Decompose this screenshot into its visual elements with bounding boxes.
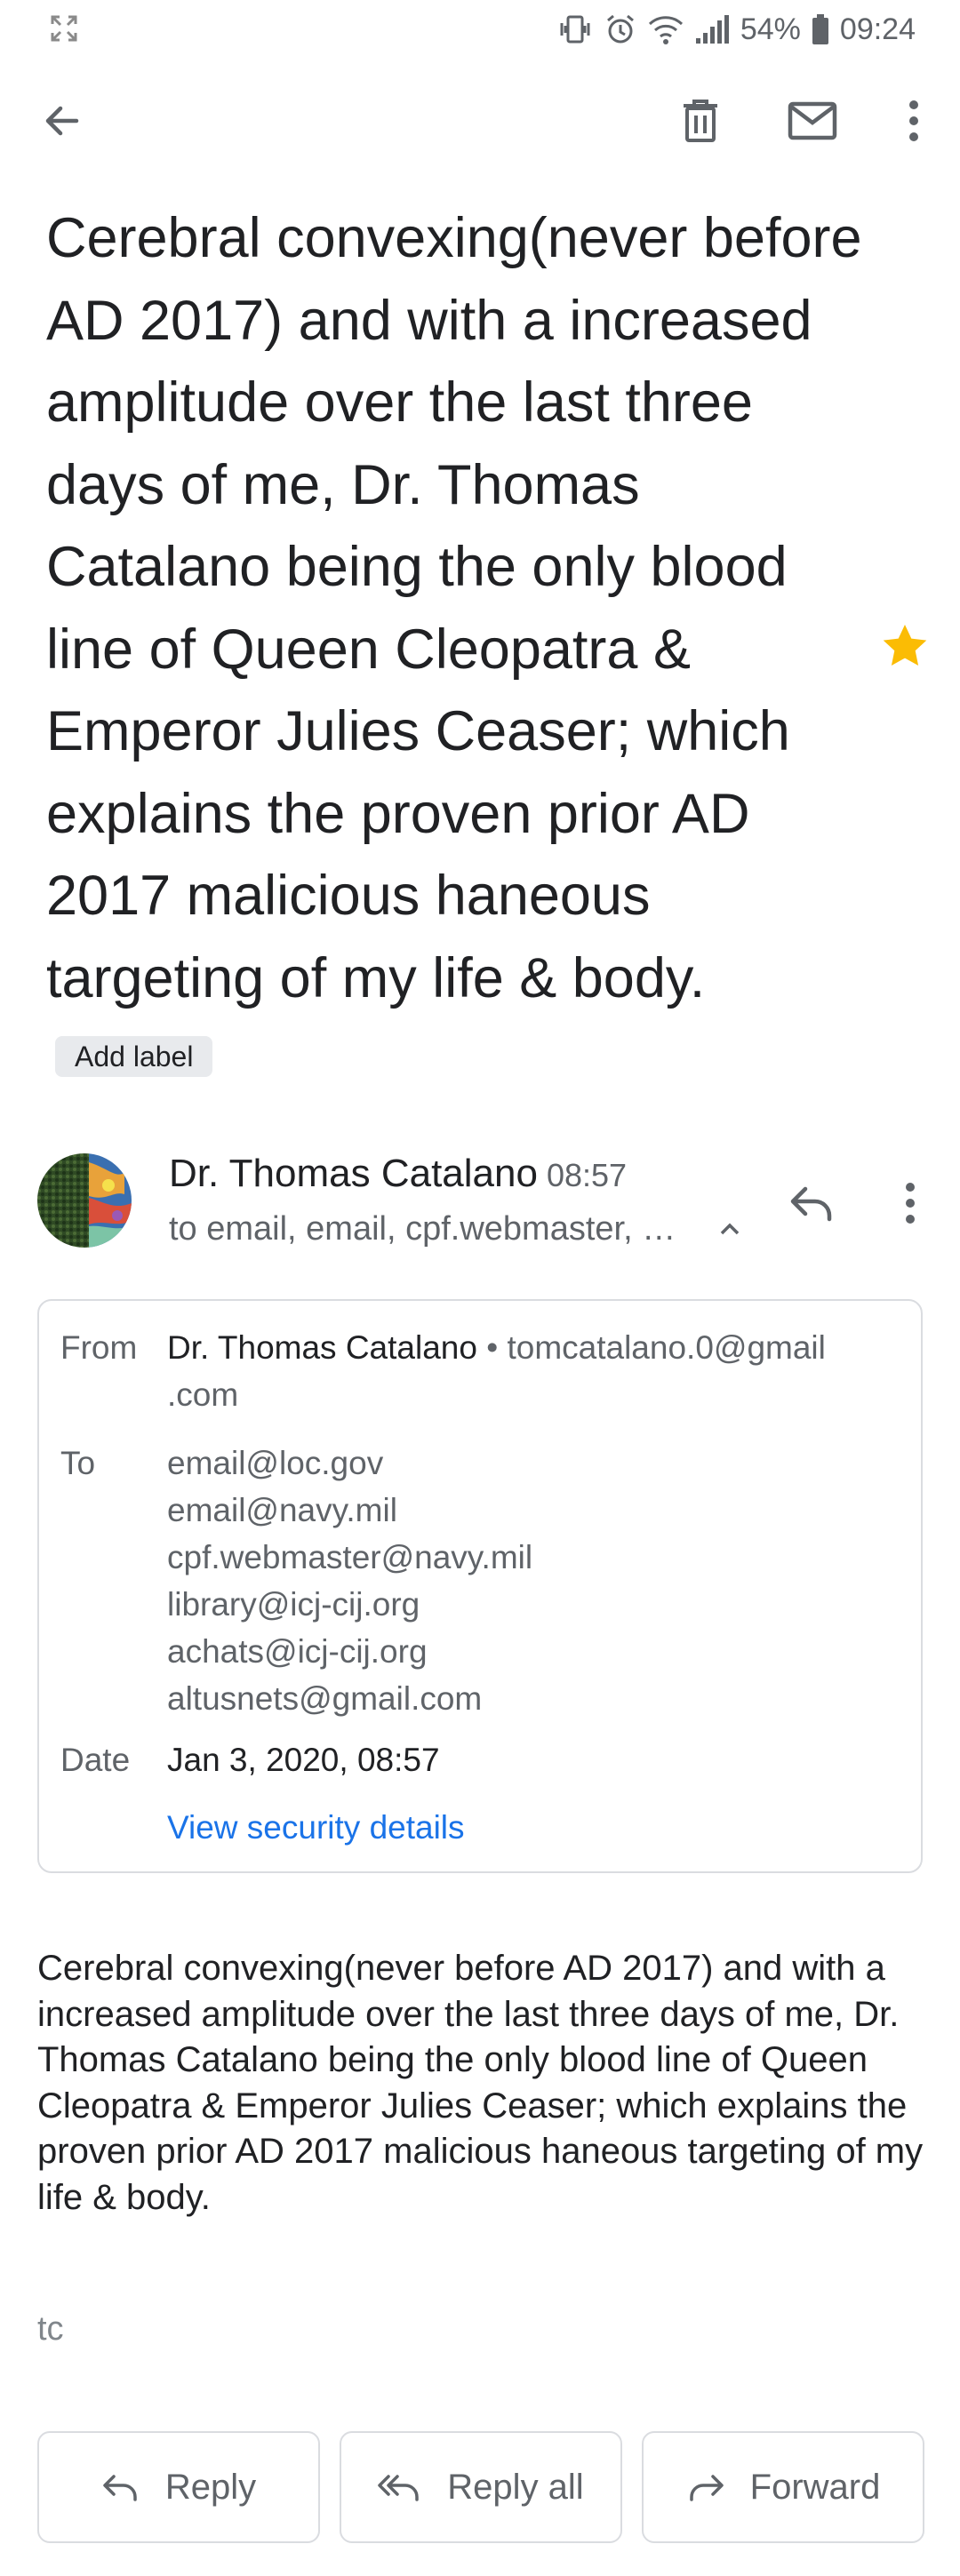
reply-icon[interactable] <box>786 1176 839 1230</box>
from-value: Dr. Thomas Catalano • tomcatalano.0@gmai… <box>167 1324 826 1418</box>
star-icon[interactable] <box>880 622 930 672</box>
recipients-summary[interactable]: to email, email, cpf.webmaster, … <box>169 1210 676 1248</box>
to-address[interactable]: library@icj-cij.org <box>167 1581 532 1628</box>
subject-block: Cerebral convexing(never before AD 2017)… <box>46 197 864 1102</box>
from-email-2[interactable]: .com <box>167 1376 238 1413</box>
signature: tc <box>37 2310 64 2348</box>
to-list: email@loc.gov email@navy.mil cpf.webmast… <box>167 1440 532 1722</box>
email-body: Cerebral convexing(never before AD 2017)… <box>37 1949 924 2217</box>
more-vert-icon[interactable] <box>889 96 939 146</box>
sender-time: 08:57 <box>546 1157 628 1193</box>
reply-all-button[interactable]: Reply all <box>340 2431 622 2543</box>
subject-text: Cerebral convexing(never before AD 2017)… <box>46 207 862 1009</box>
date-label: Date <box>60 1742 131 1778</box>
to-address[interactable]: achats@icj-cij.org <box>167 1628 532 1675</box>
add-label-button[interactable]: Add label <box>55 1036 213 1078</box>
mail-icon[interactable] <box>788 96 837 146</box>
forward-button[interactable]: Forward <box>642 2431 924 2543</box>
view-security-details-link[interactable]: View security details <box>167 1804 465 1851</box>
reply-button[interactable]: Reply <box>37 2431 320 2543</box>
from-separator: • <box>486 1329 499 1366</box>
battery-icon <box>812 14 828 44</box>
reply-label: Reply <box>164 2467 257 2507</box>
status-bar: 54% 09:24 <box>0 0 960 59</box>
from-email-1[interactable]: tomcatalano.0@gmail <box>507 1329 825 1366</box>
to-address[interactable]: altusnets@gmail.com <box>167 1675 532 1722</box>
message-details: From Dr. Thomas Catalano • tomcatalano.0… <box>37 1299 923 1873</box>
sender-name: Dr. Thomas Catalano 08:57 <box>169 1152 627 1196</box>
screen-expand-icon <box>51 15 77 42</box>
avatar[interactable] <box>37 1153 132 1248</box>
message-more-icon[interactable] <box>889 1176 932 1230</box>
sender-header[interactable]: Dr. Thomas Catalano 08:57 to email, email… <box>0 1146 960 1271</box>
chevron-up-icon[interactable] <box>716 1216 743 1242</box>
wifi-icon <box>648 16 683 44</box>
from-name: Dr. Thomas Catalano <box>167 1329 477 1366</box>
to-address[interactable]: email@loc.gov <box>167 1440 532 1487</box>
toolbar <box>0 76 960 165</box>
to-label: To <box>60 1445 96 1481</box>
date-value: Jan 3, 2020, 08:57 View security details <box>167 1736 465 1851</box>
reply-all-label: Reply all <box>447 2467 584 2507</box>
forward-icon <box>689 2475 724 2501</box>
forward-label: Forward <box>749 2467 881 2507</box>
sender-name-text: Dr. Thomas Catalano <box>169 1152 538 1195</box>
date-text: Jan 3, 2020, 08:57 <box>167 1742 440 1778</box>
trash-icon[interactable] <box>676 96 725 146</box>
from-label: From <box>60 1329 138 1366</box>
battery-percent: 54% <box>740 12 801 46</box>
reply-icon <box>103 2475 137 2501</box>
signal-icon <box>695 15 729 44</box>
back-arrow-icon[interactable] <box>37 96 87 146</box>
to-address[interactable]: email@navy.mil <box>167 1487 532 1534</box>
reply-all-icon <box>378 2475 420 2501</box>
alarm-icon <box>606 14 634 44</box>
clock: 09:24 <box>839 12 916 46</box>
vibrate-icon <box>560 15 590 44</box>
email-subject: Cerebral convexing(never before AD 2017)… <box>46 197 864 1102</box>
to-address[interactable]: cpf.webmaster@navy.mil <box>167 1534 532 1581</box>
